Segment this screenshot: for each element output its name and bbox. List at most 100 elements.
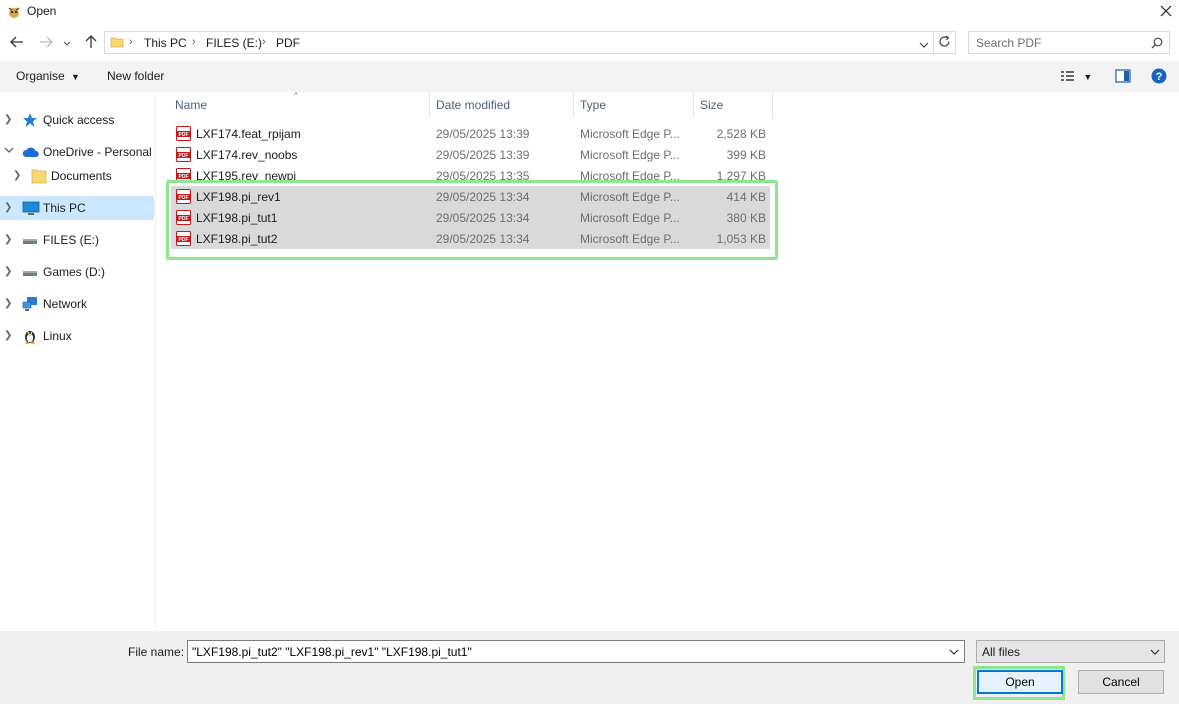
details-view-icon [1060,71,1076,86]
file-name-label: File name: [128,645,185,659]
recent-locations-button[interactable] [60,32,74,54]
drive-icon [22,264,38,280]
cancel-button[interactable]: Cancel [1078,670,1164,694]
breadcrumb-this-pc[interactable]: This PC [144,36,187,50]
nav-label: Documents [51,169,112,183]
folder-icon [110,35,124,52]
nav-item-network[interactable]: ❯ Network [0,292,154,316]
column-header-type[interactable]: Type [580,92,693,118]
column-divider[interactable] [772,92,773,118]
pdf-file-icon: PDF [176,126,191,141]
chevron-right-icon: › [262,36,266,48]
chevron-right-icon[interactable]: ❯ [4,202,14,214]
chevron-right-icon[interactable]: ❯ [4,330,14,342]
folder-icon [31,168,47,184]
column-header-size[interactable]: Size [700,92,772,118]
address-bar[interactable]: › This PC › FILES (E:) › PDF [104,31,934,54]
caret-down-icon: ▼ [71,72,80,82]
close-button[interactable] [1152,0,1179,24]
chevron-right-icon[interactable]: ❯ [4,114,14,126]
svg-text:PDF: PDF [179,132,189,138]
arrow-right-icon [39,35,53,52]
chevron-down-icon[interactable] [4,146,14,158]
file-row[interactable]: PDF LXF174.feat_rpijam 29/05/2025 13:39 Mic… [171,123,770,144]
breadcrumb-pdf[interactable]: PDF [276,36,300,50]
search-icon[interactable] [1151,37,1163,52]
file-type: Microsoft Edge P... [580,127,680,141]
organise-label: Organise [16,69,65,83]
nav-label: Quick access [43,113,115,127]
back-button[interactable] [7,32,27,54]
preview-pane-icon [1115,69,1131,86]
new-folder-button[interactable]: New folder [107,69,164,83]
network-icon [22,296,38,312]
nav-label: Network [43,297,88,311]
change-view-button[interactable]: ▼ [1060,69,1092,86]
chevron-right-icon: › [129,36,133,48]
nav-item-documents[interactable]: ❯ Documents [0,164,154,188]
file-name: LXF174.feat_rpijam [196,127,301,141]
help-icon: ? [1151,68,1167,87]
address-history-dropdown[interactable] [919,38,929,52]
file-name-dropdown[interactable] [946,644,962,660]
refresh-button[interactable] [934,31,956,54]
file-row[interactable]: PDF LXF174.rev_noobs 29/05/2025 13:39 Micro… [171,144,770,165]
forward-button[interactable] [36,32,56,54]
search-box [968,31,1170,54]
column-divider[interactable] [693,92,694,118]
nav-item-quick-access[interactable]: ❯ Quick access [0,108,154,132]
nav-label: OneDrive - Personal [43,145,152,159]
file-date-modified: 29/05/2025 13:39 [436,127,530,141]
help-button[interactable]: ? [1151,68,1167,87]
pdf-file-icon: PDF [176,147,191,162]
column-divider[interactable] [573,92,574,118]
column-divider[interactable] [429,92,430,118]
breadcrumb-files-drive[interactable]: FILES (E:) [206,36,262,50]
arrow-left-icon [10,35,24,52]
app-icon [6,4,22,20]
file-date-modified: 29/05/2025 13:39 [436,148,530,162]
star-icon [22,112,38,128]
nav-label: FILES (E:) [43,233,100,247]
column-header-name[interactable]: Name [175,92,429,118]
nav-item-linux[interactable]: ❯ Linux [0,324,154,348]
chevron-right-icon[interactable]: ❯ [4,234,14,246]
file-type: Microsoft Edge P... [580,148,680,162]
chevron-down-icon [1150,645,1160,659]
open-button[interactable]: Open [977,670,1063,694]
chevron-right-icon[interactable]: ❯ [4,266,14,278]
nav-label: Games (D:) [43,265,106,279]
refresh-icon [938,35,951,51]
selection-highlight-box [166,180,778,260]
chevron-right-icon[interactable]: ❯ [13,170,23,182]
nav-item-onedrive[interactable]: OneDrive - Personal [0,140,154,164]
file-list: ^ Name Date modified Type Size PDF LXF174… [157,91,1179,631]
file-name-combobox [187,640,965,663]
preview-pane-button[interactable] [1115,69,1131,86]
up-button[interactable] [81,32,101,54]
caret-down-icon: ▼ [1083,72,1093,82]
command-bar: Organise ▼ New folder ▼ ? [0,61,1179,92]
nav-item-files-drive[interactable]: ❯ FILES (E:) [0,228,154,252]
window-title: Open [27,4,57,18]
file-type-select[interactable]: All files [976,640,1165,663]
nav-label: Linux [43,329,72,343]
computer-icon [22,200,40,216]
file-type-value: All files [982,645,1021,659]
search-input[interactable] [969,32,1144,53]
nav-label: This PC [43,201,86,215]
svg-text:PDF: PDF [179,153,189,159]
organise-menu[interactable]: Organise ▼ [16,69,80,83]
file-name: LXF174.rev_noobs [196,148,298,162]
chevron-right-icon: › [192,36,196,48]
drive-icon [22,232,38,248]
file-name-input[interactable] [188,641,943,662]
cloud-icon [22,144,39,160]
nav-item-this-pc[interactable]: ❯ This PC [0,196,154,220]
arrow-up-icon [84,34,98,52]
file-size: 2,528 KB [716,127,766,141]
nav-item-games-drive[interactable]: ❯ Games (D:) [0,260,154,284]
linux-penguin-icon [22,328,38,344]
chevron-right-icon[interactable]: ❯ [4,298,14,310]
column-header-date-modified[interactable]: Date modified [436,92,574,118]
